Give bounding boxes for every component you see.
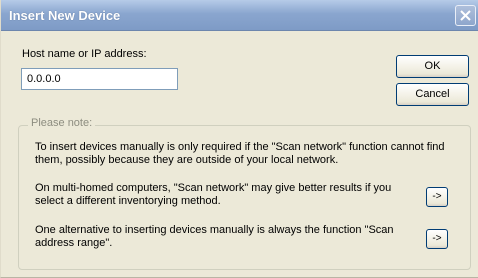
window-title: Insert New Device [9,8,121,23]
close-button[interactable] [455,5,476,26]
note-paragraph-1: To insert devices manually is only requi… [35,141,445,166]
note-paragraph-2: On multi-homed computers, "Scan network"… [35,182,392,207]
title-bar[interactable]: Insert New Device [1,0,478,31]
scan-address-range-button[interactable]: -> [426,229,448,249]
close-icon [460,10,471,21]
note-legend: Please note: [28,117,96,129]
cancel-button[interactable]: Cancel [396,83,469,106]
host-input[interactable] [21,68,178,90]
note-paragraph-3: One alternative to inserting devices man… [35,224,394,249]
ok-button[interactable]: OK [396,55,469,78]
host-label: Host name or IP address: [22,48,147,60]
scan-network-options-button[interactable]: -> [426,187,448,207]
insert-device-dialog: Insert New Device Host name or IP addres… [0,0,478,278]
